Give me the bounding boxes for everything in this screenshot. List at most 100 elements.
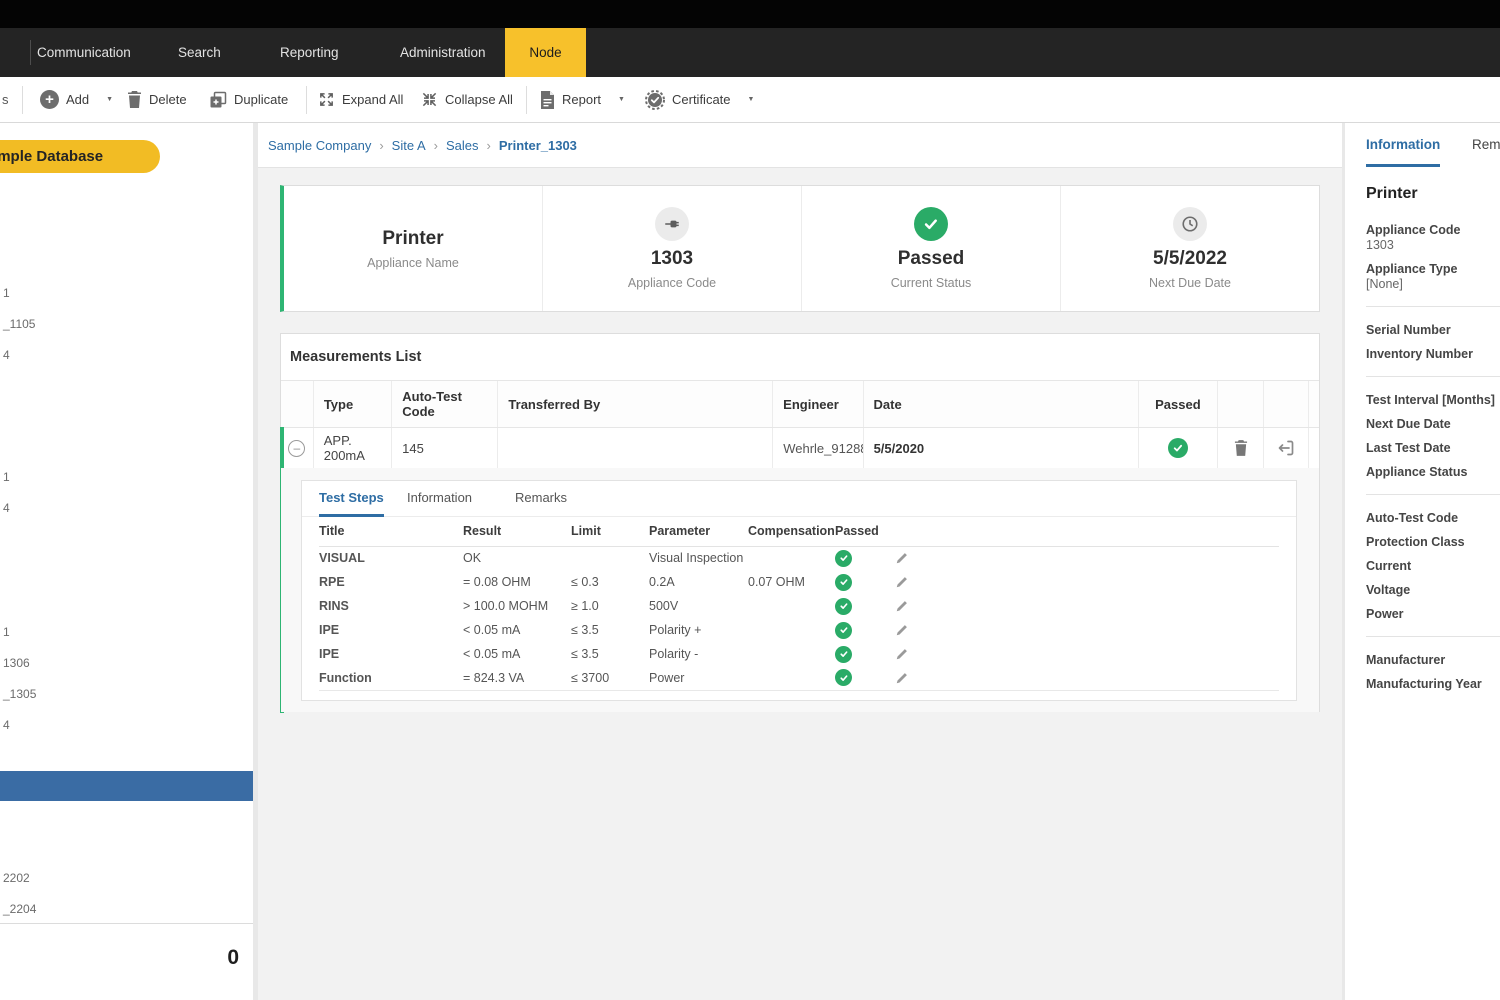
expand-all-icon [318,91,335,108]
tab-information[interactable]: Information [1366,123,1440,167]
nav-tab-administration[interactable]: Administration [400,28,486,77]
edit-pencil-icon[interactable] [895,551,1279,565]
current-status-label: Current Status [891,276,972,290]
tree-node[interactable]: 1 [3,286,10,300]
tab-information[interactable]: Information [407,481,472,517]
col-passed: Passed [835,517,895,546]
nav-tab-search[interactable]: Search [178,28,221,77]
tab-test-steps[interactable]: Test Steps [319,481,384,517]
information-panel-content: Printer Appliance Code 1303 Appliance Ty… [1366,185,1500,701]
tree-node[interactable]: 2202 [3,871,30,885]
step-compensation [748,594,835,618]
edit-pencil-icon[interactable] [895,575,1279,589]
summary-current-status: Passed Current Status [802,186,1061,311]
expand-all-button[interactable]: Expand All [318,77,403,122]
tab-remarks[interactable]: Remarks [515,481,567,517]
report-button[interactable]: Report ▼ [540,77,625,122]
measurements-card: Measurements List Type Auto-Test Code Tr… [280,333,1320,712]
report-label: Report [562,92,601,107]
field-label: Current [1366,559,1500,574]
breadcrumb-company[interactable]: Sample Company [268,138,371,153]
tree-node[interactable]: _2204 [3,902,36,916]
step-parameter: Polarity - [649,642,748,666]
tree-node[interactable]: 1 [3,625,10,639]
tree-node[interactable]: 4 [3,348,10,362]
group-divider [1366,376,1500,377]
info-field: Inventory Number [1366,347,1500,362]
report-caret-icon[interactable]: ▼ [618,96,625,103]
delete-measurement-icon[interactable] [1234,440,1248,456]
col-parameter: Parameter [649,517,748,546]
test-step-row: Function = 824.3 VA ≤ 3700 Power [319,666,1279,690]
test-step-row: RINS > 100.0 MOHM ≥ 1.0 500V [319,594,1279,618]
collapse-row-icon[interactable]: – [288,440,305,457]
next-due-date-value: 5/5/2022 [1153,248,1227,270]
step-limit: ≤ 3.5 [571,642,649,666]
collapse-all-button[interactable]: Collapse All [421,77,513,122]
edit-pencil-icon[interactable] [895,671,1279,685]
database-root-node[interactable]: Sample Database [0,140,160,173]
field-label: Appliance Code [1366,223,1500,238]
next-due-date-label: Next Due Date [1149,276,1231,290]
field-label: Auto-Test Code [1366,511,1500,526]
add-button[interactable]: + Add ▼ [40,77,113,122]
info-field: Next Due Date [1366,417,1500,432]
certificate-button[interactable]: Certificate ▼ [645,77,754,122]
tab-remarks[interactable]: Remarks [1472,123,1500,167]
col-transferred-by: Transferred By [498,381,773,427]
summary-next-due-date: 5/5/2022 Next Due Date [1061,186,1319,311]
edit-pencil-icon[interactable] [895,599,1279,613]
certificate-caret-icon[interactable]: ▼ [748,96,755,103]
appliance-summary-card: Printer Appliance Name 1303 Appliance Co… [280,185,1320,312]
delete-button[interactable]: Delete [127,77,187,122]
nav-tab-reporting[interactable]: Reporting [280,28,339,77]
tree-node[interactable]: 4 [3,718,10,732]
tree-node-selected[interactable] [0,771,253,801]
info-field: Last Test Date [1366,441,1500,456]
step-result: < 0.05 mA [463,642,571,666]
test-steps-table: Title Result Limit Parameter Compensatio… [319,517,1279,691]
test-step-row: RPE = 0.08 OHM ≤ 0.3 0.2A 0.07 OHM [319,570,1279,594]
col-title: Title [319,517,463,546]
truncated-toolbar-item: s [2,77,9,122]
add-caret-icon[interactable]: ▼ [106,96,113,103]
step-result: = 0.08 OHM [463,570,571,594]
info-field: Current [1366,559,1500,574]
info-field: Appliance Status [1366,465,1500,480]
nav-tab-node[interactable]: Node [505,28,586,77]
passed-check-icon [835,574,852,591]
step-limit: ≤ 3.5 [571,618,649,642]
appliance-code-label: Appliance Code [628,276,716,290]
item-count: 0 [227,946,239,970]
step-compensation [748,618,835,642]
tree-node[interactable]: 4 [3,501,10,515]
nav-tab-communication[interactable]: Communication [37,28,131,77]
group-divider [1366,636,1500,637]
breadcrumb: Sample Company › Site A › Sales › Printe… [258,123,1342,168]
step-parameter: Visual Inspection [649,546,748,570]
export-measurement-icon[interactable] [1276,438,1296,458]
col-compensation: Compensation [748,517,835,546]
passed-check-icon [835,669,852,686]
measurement-type: APP. 200mA [314,428,392,468]
breadcrumb-department[interactable]: Sales [446,138,479,153]
current-status-value: Passed [898,248,965,270]
col-engineer: Engineer [773,381,863,427]
duplicate-button[interactable]: Duplicate [209,77,288,122]
field-label: Manufacturing Year [1366,677,1500,692]
measurement-row[interactable]: – APP. 200mA 145 Wehrle_91288 5/5/2020 [281,428,1319,468]
edit-pencil-icon[interactable] [895,623,1279,637]
clock-icon [1173,207,1207,241]
tree-node[interactable]: _1105 [3,317,35,331]
field-label: Voltage [1366,583,1500,598]
toolbar-divider [306,86,307,114]
tree-node[interactable]: 1306 [3,656,30,670]
breadcrumb-site[interactable]: Site A [392,138,426,153]
tree-node[interactable]: _1305 [3,687,36,701]
tree-node[interactable]: 1 [3,470,10,484]
step-title: RINS [319,594,463,618]
measurement-auto-test-code: 145 [392,428,498,468]
edit-pencil-icon[interactable] [895,647,1279,661]
field-label: Manufacturer [1366,653,1500,668]
step-title: Function [319,666,463,690]
